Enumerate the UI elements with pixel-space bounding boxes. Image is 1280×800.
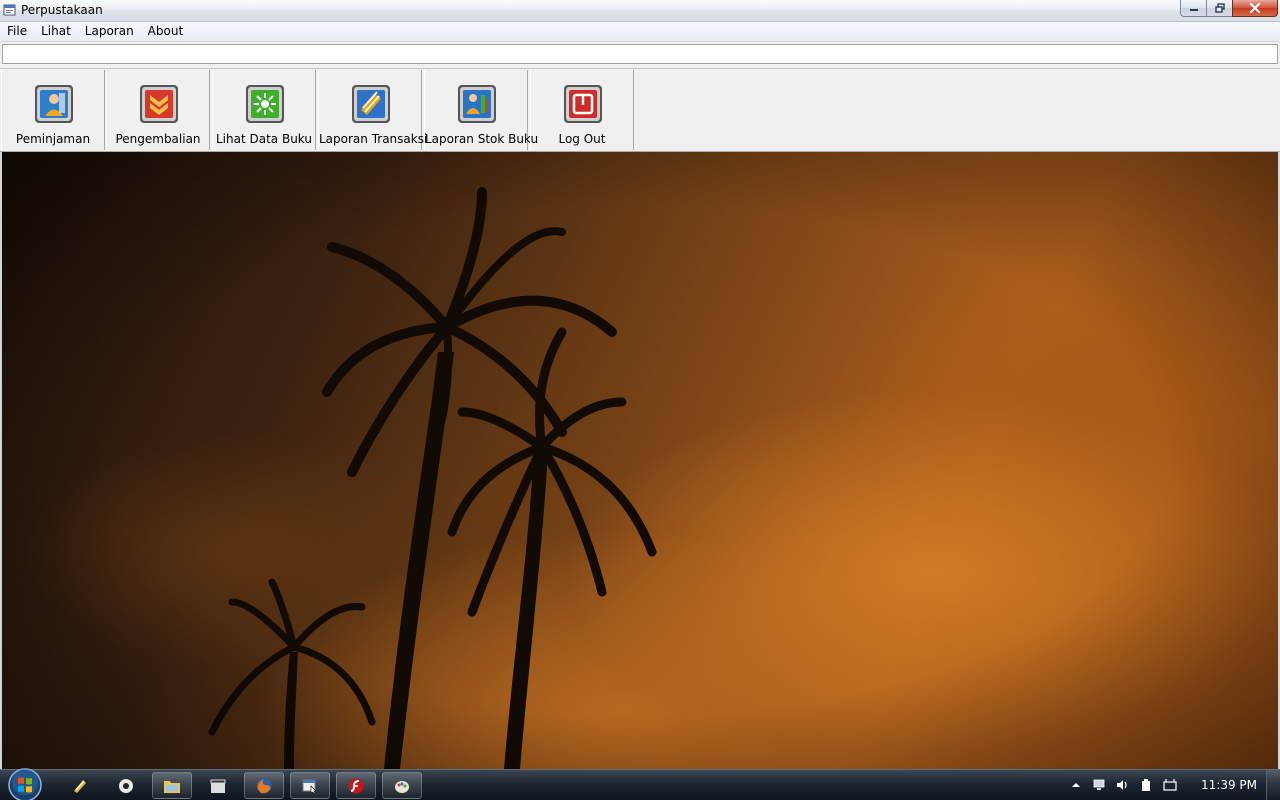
minimize-icon [1189,9,1198,11]
taskbar-clock[interactable]: 11:39 PM [1201,778,1257,792]
laporan-stok-buku-label: Laporan Stok Buku [425,132,539,146]
volume-icon[interactable] [1115,778,1129,792]
window-title: Perpustakaan [21,3,103,17]
menu-laporan[interactable]: Laporan [85,22,134,41]
menu-about[interactable]: About [148,22,183,41]
power-icon[interactable] [1139,778,1153,792]
restore-button[interactable] [1206,0,1232,17]
laporan-transaksi-label: Laporan Transaksi [319,132,428,146]
minimize-button[interactable] [1180,0,1206,17]
media-player-icon [119,778,133,793]
laporan-transaksi-button[interactable]: Laporan Transaksi [318,70,428,150]
pengembalian-button[interactable]: Pengembalian [106,70,210,150]
close-button[interactable] [1232,0,1278,17]
laporan-stok-buku-button[interactable]: Laporan Stok Buku [424,70,539,150]
explorer-folder-icon [164,780,180,793]
taskbar-flash-app[interactable] [336,772,376,799]
desktop-wallpaper [0,152,1280,769]
close-icon [1249,3,1261,13]
menu-lihat[interactable]: Lihat [41,22,71,41]
quick-launch-icon [74,779,86,793]
taskbar-media-player[interactable] [106,772,146,799]
menu-bar: File Lihat Laporan About [0,22,1280,41]
network-icon[interactable] [1092,778,1106,792]
taskbar-firefox[interactable] [244,772,284,799]
maximize-icon [1214,3,1225,13]
log-out-button[interactable]: Log Out [530,70,634,150]
movie-clapper-icon [210,779,226,793]
menu-file[interactable]: File [7,22,27,41]
peminjaman-button[interactable]: Peminjaman [1,70,105,150]
log-out-label: Log Out [558,132,606,146]
borrow-user-icon [35,85,73,123]
app-window-icon [302,779,317,795]
action-center-icon[interactable] [1163,778,1177,792]
taskbar: 11:39 PM [0,767,1280,800]
palm-trees-silhouette [2,152,1278,769]
lihat-data-buku-label: Lihat Data Buku [216,132,312,146]
pengembalian-label: Pengembalian [115,132,201,146]
peminjaman-label: Peminjaman [15,132,91,146]
firefox-icon [256,778,272,793]
window-controls [1180,0,1278,18]
view-books-icon [246,85,284,123]
address-strip [0,41,1280,68]
title-bar: Perpustakaan [0,0,1280,22]
windows-start-icon[interactable] [7,767,43,800]
return-arrows-icon [140,85,178,123]
show-hidden-icons-icon[interactable] [1069,778,1083,792]
taskbar-app-window[interactable] [290,772,330,799]
paint-app-icon [395,780,409,793]
taskbar-explorer[interactable] [152,772,192,799]
app-icon [3,4,16,16]
transaction-report-icon [352,85,390,123]
stock-report-icon [458,85,496,123]
address-field[interactable] [2,44,1278,64]
show-desktop-button[interactable] [1266,770,1280,800]
taskbar-quick-launch[interactable] [60,772,100,799]
taskbar-movie-maker[interactable] [198,772,238,799]
logout-power-icon [564,85,602,123]
toolbar: Peminjaman Pengembalian Lihat Data Buku [0,68,1280,152]
flash-app-icon [348,778,364,793]
taskbar-paint-app[interactable] [382,772,422,799]
lihat-data-buku-button[interactable]: Lihat Data Buku [212,70,316,150]
